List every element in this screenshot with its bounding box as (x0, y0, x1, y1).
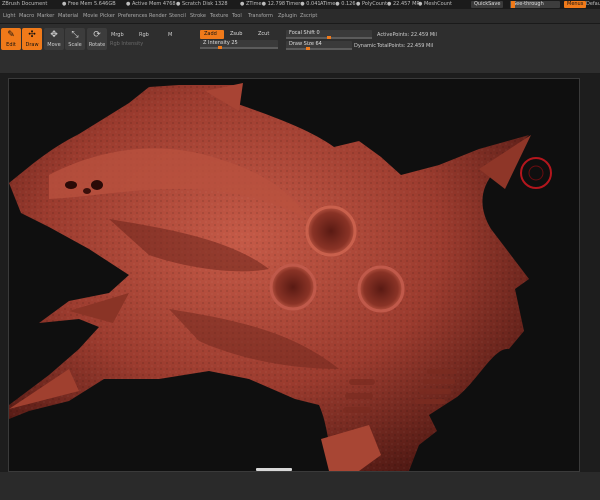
m-button[interactable]: M (168, 32, 172, 38)
menu-marker[interactable]: Marker (37, 13, 54, 19)
scale-label: Scale (68, 42, 82, 48)
document-title: ZBrush Document (2, 1, 48, 7)
draw-icon: ✣ (28, 30, 36, 40)
toolbar: ✎ Edit ✣ Draw ✥ Move ⤡ Scale ⟳ Rotate Mr… (0, 24, 600, 74)
menu-transform[interactable]: Transform (248, 13, 273, 19)
scale-icon: ⤡ (71, 30, 79, 40)
rotate-button[interactable]: ⟳ Rotate (87, 28, 107, 50)
bottom-tray-handle[interactable] (256, 468, 292, 471)
dynamic-toggle[interactable]: Dynamic (354, 43, 376, 49)
total-points-readout: TotalPoints: 22.459 Mil (377, 43, 434, 49)
timer-readout: Timer● 0.041 (286, 1, 321, 7)
menu-material[interactable]: Material (58, 13, 78, 19)
draw-label: Draw (25, 42, 39, 48)
edit-icon: ✎ (7, 30, 15, 40)
sculpt-render (9, 83, 552, 471)
draw-size-slider[interactable]: Draw Size 64 (286, 41, 352, 50)
draw-size-knob[interactable] (306, 47, 310, 50)
menu-preferences[interactable]: Preferences (118, 13, 147, 19)
move-label: Move (47, 42, 61, 48)
brush-cursor-icon (520, 157, 552, 189)
scale-button[interactable]: ⤡ Scale (65, 28, 85, 50)
menu-movie[interactable]: Movie (83, 13, 98, 19)
rotate-label: Rotate (88, 42, 106, 48)
menu-picker[interactable]: Picker (100, 13, 115, 19)
menu-bar: Light Macro Marker Material Movie Picker… (0, 9, 600, 24)
atime-readout: ATime● 0.126 (320, 1, 356, 7)
z-intensity-knob[interactable] (218, 46, 222, 49)
menu-macro[interactable]: Macro (19, 13, 34, 19)
rgb-intensity-slider[interactable]: Rgb Intensity (110, 41, 143, 47)
zadd-button[interactable]: Zadd (200, 30, 224, 39)
see-through-knob[interactable] (511, 1, 515, 8)
status-bar: ZBrush Document ● Free Mem 5.646GB ● Act… (0, 0, 600, 9)
default-zscript-label[interactable]: DefaultZScript (586, 0, 600, 9)
creature-nostril (65, 181, 77, 189)
menu-light[interactable]: Light (3, 13, 15, 19)
move-icon: ✥ (50, 30, 58, 40)
see-through-slider[interactable]: See-through (510, 1, 560, 8)
document-canvas[interactable] (8, 78, 580, 472)
zsub-button[interactable]: Zsub (226, 30, 250, 39)
free-mem-readout: ● Free Mem 5.646GB (62, 1, 116, 7)
rotate-icon: ⟳ (93, 30, 101, 40)
focal-shift-label: Focal Shift 0 (289, 30, 320, 36)
focal-shift-knob[interactable] (327, 36, 331, 39)
ztime-readout: ● ZTime● 12.798 (240, 1, 286, 7)
menus-button[interactable]: Menus (564, 1, 587, 8)
menu-stencil[interactable]: Stencil (169, 13, 186, 19)
rgb-button[interactable]: Rgb (139, 32, 149, 38)
mrgb-button[interactable]: Mrgb (111, 32, 124, 38)
edit-button[interactable]: ✎ Edit (1, 28, 21, 50)
focal-shift-slider[interactable]: Focal Shift 0 (286, 30, 372, 39)
bottom-shelf (0, 472, 600, 500)
draw-button[interactable]: ✣ Draw (22, 28, 42, 50)
viewport-frame (0, 74, 600, 500)
menu-texture[interactable]: Texture (210, 13, 228, 19)
see-through-label: See-through (513, 1, 544, 7)
active-mem-readout: ● Active Mem 4768 (126, 1, 176, 7)
zcut-button[interactable]: Zcut (254, 30, 276, 39)
z-intensity-slider[interactable]: Z Intensity 25 (200, 40, 278, 49)
menu-zplugin[interactable]: Zplugin (278, 13, 297, 19)
scratch-disk-readout: ● Scratch Disk 1328 (176, 1, 228, 7)
menu-render[interactable]: Render (149, 13, 167, 19)
active-points-readout: ActivePoints: 22.459 Mil (377, 32, 437, 38)
edit-label: Edit (6, 42, 16, 48)
menu-stroke[interactable]: Stroke (190, 13, 206, 19)
polycount-readout: ● PolyCount● 22.457 MP (356, 1, 420, 7)
menu-tool[interactable]: Tool (232, 13, 242, 19)
quicksave-button[interactable]: QuickSave (471, 1, 504, 8)
creature-pit (305, 205, 357, 257)
menu-zscript[interactable]: Zscript (300, 13, 317, 19)
meshcount-readout: ● MeshCount (418, 1, 452, 7)
move-button[interactable]: ✥ Move (44, 28, 64, 50)
